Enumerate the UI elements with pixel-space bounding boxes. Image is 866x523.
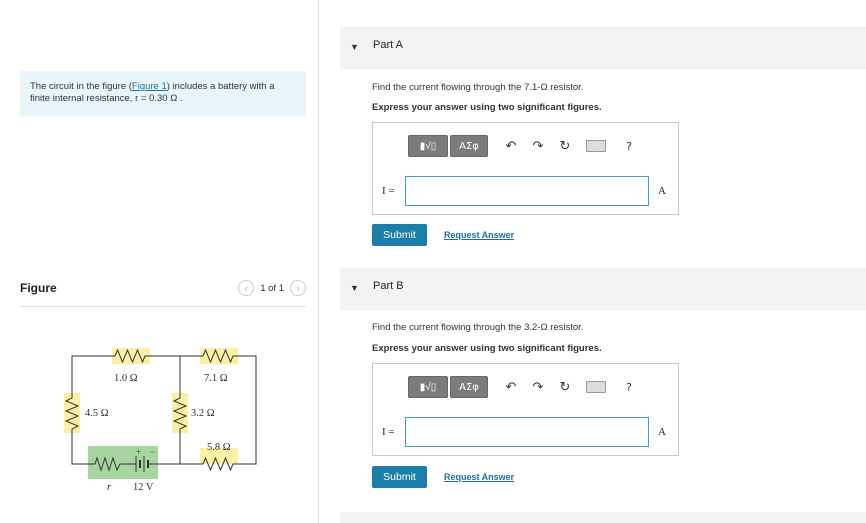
pager-count: 1 of 1	[260, 282, 284, 294]
part-a-unit: A	[658, 185, 666, 197]
part-b-question: Find the current flowing through the 3.2…	[372, 322, 584, 333]
problem-intro: The circuit in the figure (Figure 1) inc…	[20, 71, 306, 116]
greek-symbols-button[interactable]: ΑΣφ	[450, 135, 488, 157]
intro-text-pre: The circuit in the figure (	[30, 81, 132, 92]
part-a-answer-input[interactable]	[405, 176, 649, 206]
part-a-header[interactable]: ▼ Part A	[340, 27, 866, 69]
reset-icon[interactable]: ↻	[558, 139, 572, 154]
battery-plus-label: +	[136, 447, 141, 457]
chevron-right-icon[interactable]: ›	[290, 280, 306, 296]
figure-pager: ‹ 1 of 1 ›	[238, 280, 306, 296]
keyboard-icon[interactable]	[586, 381, 606, 393]
circuit-diagram: 1.0 Ω 7.1 Ω 4.5 Ω 3.2 Ω 5.8 Ω + − r 12 V	[64, 348, 257, 493]
part-b-title: Part B	[373, 280, 404, 292]
part-b-answer-input[interactable]	[405, 417, 649, 447]
part-b-header[interactable]: ▼ Part B	[340, 268, 866, 310]
column-divider	[318, 0, 319, 523]
part-b-toolbar: ▮√▯ ΑΣφ ↶ ↷ ↻ ?	[408, 376, 636, 398]
part-b-unit: A	[658, 426, 666, 438]
part-a-request-answer-link[interactable]: Request Answer	[444, 230, 514, 240]
r1-label: 1.0 Ω	[114, 373, 138, 384]
chevron-left-icon[interactable]: ‹	[238, 280, 255, 296]
caret-down-icon[interactable]: ▼	[350, 283, 359, 293]
reset-icon[interactable]: ↻	[558, 380, 572, 395]
emf-label: 12 V	[133, 482, 154, 493]
part-b-request-answer-link[interactable]: Request Answer	[444, 472, 514, 482]
templates-button[interactable]: ▮√▯	[408, 135, 448, 157]
help-icon[interactable]: ?	[622, 381, 636, 394]
r3-label: 4.5 Ω	[85, 408, 109, 419]
part-a-variable-label: I =	[382, 185, 395, 197]
redo-icon[interactable]: ↷	[531, 380, 545, 395]
figure-header: Figure ‹ 1 of 1 ›	[20, 276, 306, 307]
help-icon[interactable]: ?	[622, 140, 636, 153]
part-b-submit-button[interactable]: Submit	[372, 466, 427, 488]
part-a-question: Find the current flowing through the 7.1…	[372, 82, 584, 93]
part-a-submit-button[interactable]: Submit	[372, 224, 427, 246]
redo-icon[interactable]: ↷	[531, 139, 545, 154]
figure-title: Figure	[20, 281, 57, 295]
r4-label: 3.2 Ω	[191, 408, 215, 419]
part-a-toolbar: ▮√▯ ΑΣφ ↶ ↷ ↻ ?	[408, 135, 636, 157]
part-b-instruction: Express your answer using two significan…	[372, 343, 602, 354]
greek-symbols-button[interactable]: ΑΣφ	[450, 376, 488, 398]
figure-link[interactable]: Figure 1	[132, 81, 167, 92]
caret-down-icon[interactable]: ▼	[350, 42, 359, 52]
part-a-answer-box: ▮√▯ ΑΣφ ↶ ↷ ↻ ? I = A	[372, 122, 679, 215]
r2-label: 7.1 Ω	[204, 373, 228, 384]
next-part-header[interactable]	[340, 512, 866, 523]
part-b-variable-label: I =	[382, 426, 395, 438]
undo-icon[interactable]: ↶	[504, 139, 518, 154]
battery-minus-label: −	[150, 447, 155, 457]
internal-resistance-label: r	[107, 482, 112, 493]
keyboard-icon[interactable]	[586, 140, 606, 152]
templates-button[interactable]: ▮√▯	[408, 376, 448, 398]
part-a-title: Part A	[373, 39, 403, 51]
left-panel: The circuit in the figure (Figure 1) inc…	[0, 0, 318, 523]
part-a-instruction: Express your answer using two significan…	[372, 102, 602, 113]
part-b-answer-box: ▮√▯ ΑΣφ ↶ ↷ ↻ ? I = A	[372, 363, 679, 456]
undo-icon[interactable]: ↶	[504, 380, 518, 395]
r5-label: 5.8 Ω	[207, 442, 231, 453]
